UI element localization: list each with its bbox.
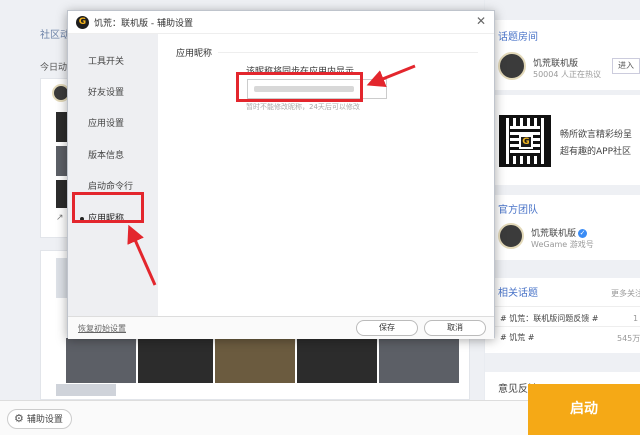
nickname-hint: 暂时不能修改昵称，24天后可以修改 xyxy=(246,103,360,111)
section-title: 应用昵称 xyxy=(176,49,213,59)
feed-image[interactable] xyxy=(66,338,136,383)
nav-item-app-settings[interactable]: 应用设置 xyxy=(68,110,158,138)
save-button[interactable]: 保存 xyxy=(356,320,418,336)
related-topics-card: 相关话题 更多关注 # 饥荒：联机版问题反馈 # 1 # 饥荒 # 545万 xyxy=(485,278,640,353)
nav-item-friend-settings[interactable]: 好友设置 xyxy=(68,79,158,107)
topic-name[interactable]: 饥荒联机版 xyxy=(533,56,578,69)
promo-line-2: 超有趣的APP社区 xyxy=(560,147,632,157)
close-icon[interactable]: ✕ xyxy=(476,14,486,28)
dialog-titlebar[interactable]: G 饥荒：联机版 - 辅助设置 ✕ xyxy=(68,11,494,34)
gear-icon: ⚙ xyxy=(14,412,24,425)
share-icon[interactable]: ↗ xyxy=(56,213,64,223)
topic-room-card: 话题房间 饥荒联机版 50004 人正在热议 进入 xyxy=(485,20,640,90)
cancel-button[interactable]: 取消 xyxy=(424,320,486,336)
related-topic-count: 545万 xyxy=(617,334,640,343)
enter-topic-button[interactable]: 进入 xyxy=(612,58,640,74)
wegame-logo-icon: G xyxy=(76,16,89,29)
section-divider xyxy=(218,52,478,53)
feed-image[interactable] xyxy=(379,338,459,383)
feed-image[interactable] xyxy=(138,338,213,383)
assist-settings-dialog: G 饥荒：联机版 - 辅助设置 ✕ 工具开关 好友设置 应用设置 版本信息 启动… xyxy=(67,10,495,339)
highlight-box-input xyxy=(236,72,363,102)
dialog-title: 饥荒：联机版 - 辅助设置 xyxy=(94,19,193,29)
verified-icon: ✓ xyxy=(578,229,588,238)
related-topics-title: 相关话题 xyxy=(498,288,538,299)
official-team-title: 官方团队 xyxy=(498,205,538,216)
related-more-link[interactable]: 更多关注 xyxy=(611,288,640,299)
topic-avatar[interactable] xyxy=(498,52,526,80)
feed-image[interactable] xyxy=(215,338,295,383)
highlight-box-nav xyxy=(72,192,144,223)
feed-image[interactable] xyxy=(297,338,377,383)
promo-line-1: 畅所欲言精彩纷呈 xyxy=(560,130,633,140)
dialog-footer: 恢复初始设置 保存 取消 xyxy=(68,316,494,339)
today-activity-label: 今日动 xyxy=(40,63,68,73)
emoji-strip xyxy=(56,384,116,396)
community-header[interactable]: 社区动 xyxy=(40,26,70,41)
reset-defaults-link[interactable]: 恢复初始设置 xyxy=(78,323,126,334)
settings-nav: 工具开关 好友设置 应用设置 版本信息 启动命令行 应用昵称 xyxy=(68,34,158,316)
related-topic-item[interactable]: # 饥荒 # xyxy=(500,332,535,343)
nav-item-version-info[interactable]: 版本信息 xyxy=(68,142,158,170)
topic-stats: 50004 人正在热议 xyxy=(533,70,601,79)
team-name[interactable]: 饥荒联机版 ✓ xyxy=(531,226,588,239)
launch-button[interactable]: 启动 xyxy=(528,384,640,435)
assist-settings-label: 辅助设置 xyxy=(26,415,63,425)
related-topic-count: 1 xyxy=(633,314,639,323)
team-subtitle: WeGame 游戏号 xyxy=(531,240,594,249)
qr-code: G xyxy=(499,115,551,167)
team-avatar[interactable] xyxy=(498,223,524,249)
right-sidebar: 话题房间 饥荒联机版 50004 人正在热议 进入 G 畅所欲言精彩纷呈 超有趣… xyxy=(485,0,640,400)
related-topic-item[interactable]: # 饥荒：联机版问题反馈 # xyxy=(500,313,599,324)
promo-card: G 畅所欲言精彩纷呈 超有趣的APP社区 xyxy=(485,95,640,185)
official-team-card: 官方团队 饥荒联机版 ✓ WeGame 游戏号 xyxy=(485,195,640,260)
topic-room-title: 话题房间 xyxy=(498,32,538,43)
nav-item-tool-switch[interactable]: 工具开关 xyxy=(68,48,158,76)
assist-settings-button[interactable]: ⚙ 辅助设置 xyxy=(7,409,72,429)
